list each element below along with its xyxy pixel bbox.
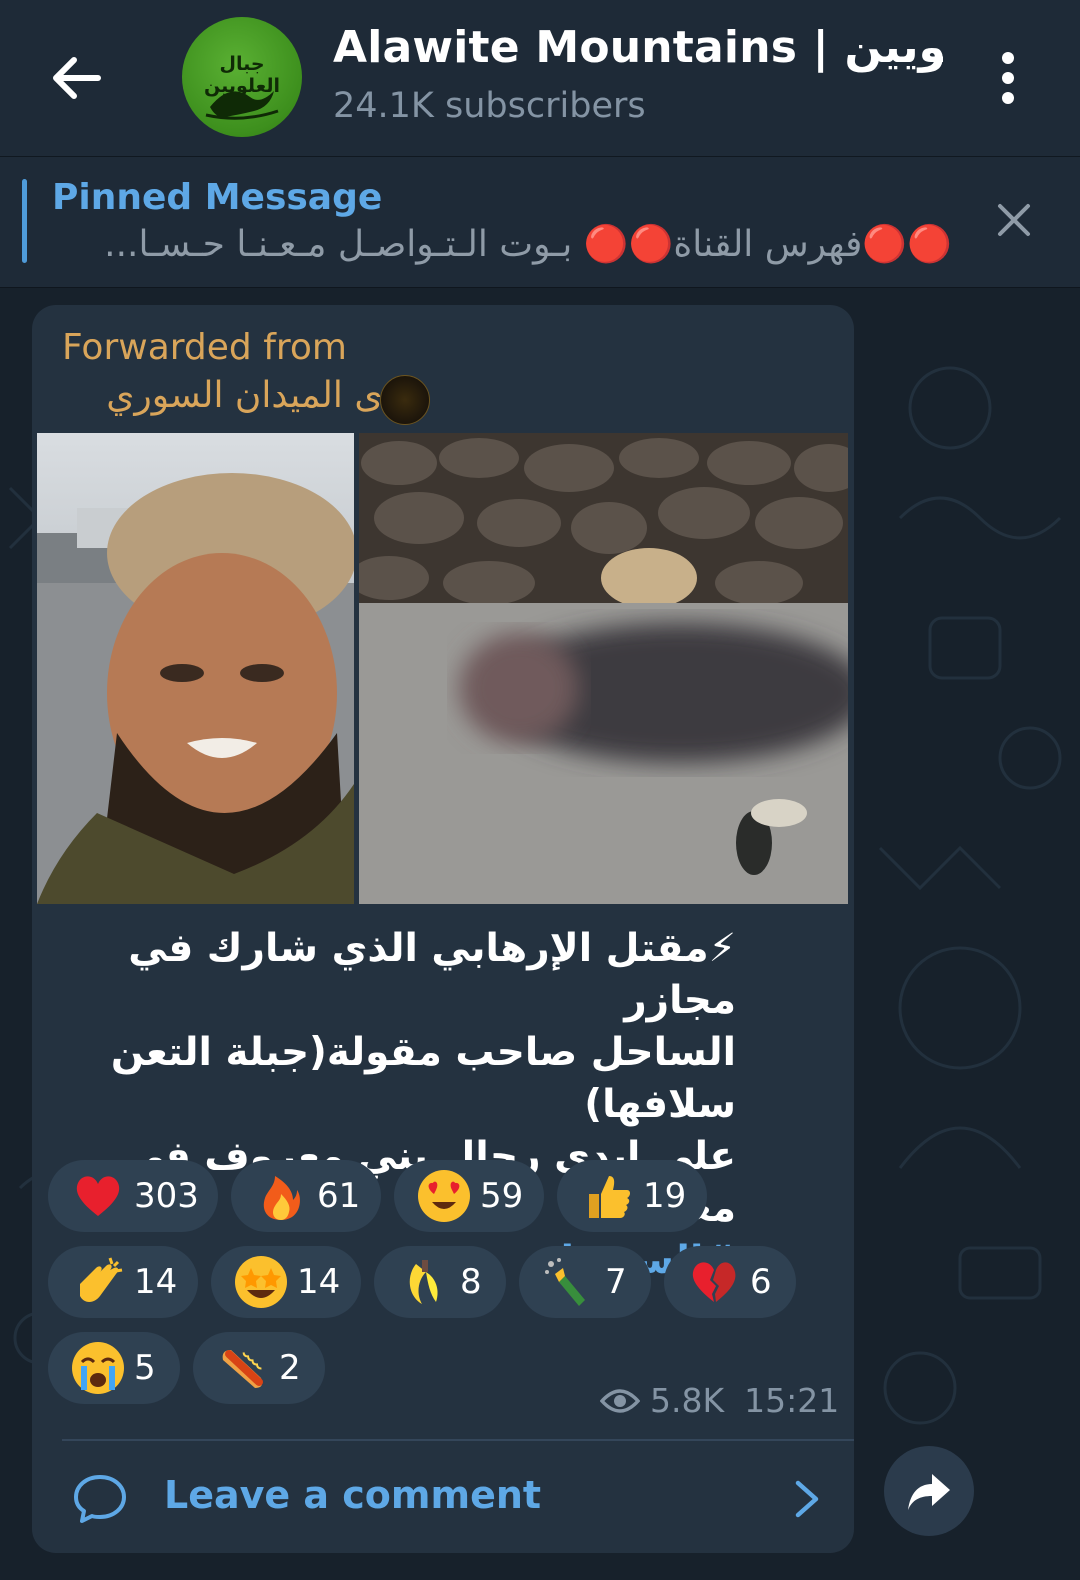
forwarded-label: Forwarded from bbox=[62, 327, 347, 368]
caption-line-2: الساحل صاحب مقولة(جبلة التعن سلافها) bbox=[110, 1030, 736, 1127]
pinned-title: Pinned Message bbox=[52, 177, 383, 218]
reaction-fire[interactable]: 61 bbox=[231, 1160, 381, 1232]
reaction-hotdog[interactable]: 2 bbox=[193, 1332, 325, 1404]
hotdog-icon bbox=[222, 1350, 263, 1388]
reaction-count: 14 bbox=[134, 1262, 178, 1302]
reaction-thumbs-up[interactable]: 19 bbox=[557, 1160, 707, 1232]
pinned-message-bar[interactable]: Pinned Message 🔴🔴فهرس القناة🔴🔴 بـوت الـت… bbox=[0, 157, 1080, 288]
post-meta: 5.8K 15:21 bbox=[600, 1381, 839, 1420]
telegram-channel-screen: جبال العلويين Alawite Mountains | العلوي… bbox=[0, 0, 1080, 1580]
reaction-count: 61 bbox=[317, 1176, 361, 1216]
champagne-icon bbox=[545, 1258, 585, 1306]
forwarded-channel-name[interactable]: صدى الميدان السوري bbox=[62, 375, 432, 416]
back-arrow-icon[interactable] bbox=[48, 48, 108, 108]
post-time: 15:21 bbox=[744, 1381, 840, 1420]
share-arrow-icon bbox=[908, 1474, 950, 1510]
reaction-count: 14 bbox=[297, 1262, 341, 1302]
reaction-count: 303 bbox=[134, 1176, 199, 1216]
view-count: 5.8K bbox=[650, 1381, 725, 1420]
reaction-count: 7 bbox=[605, 1262, 627, 1302]
subscriber-count: 24.1K subscribers bbox=[333, 86, 646, 126]
post-caption: ⚡مقتل الإرهابي الذي شارك في مجازر الساحل… bbox=[60, 923, 736, 1287]
reaction-count: 19 bbox=[643, 1176, 687, 1216]
comment-bubble-icon bbox=[74, 1475, 126, 1523]
eye-icon bbox=[600, 1388, 640, 1413]
reaction-heart-eyes[interactable]: 59 bbox=[394, 1160, 544, 1232]
reaction-star-struck[interactable]: 14 bbox=[211, 1246, 361, 1318]
reaction-clap[interactable]: 14 bbox=[48, 1246, 198, 1318]
reaction-count: 8 bbox=[460, 1262, 482, 1302]
forwarded-channel-avatar[interactable] bbox=[380, 375, 430, 425]
reaction-banana[interactable]: 8 bbox=[374, 1246, 506, 1318]
clap-icon bbox=[80, 1257, 123, 1302]
leave-comment-label: Leave a comment bbox=[164, 1473, 542, 1517]
reaction-broken-heart[interactable]: 6 bbox=[664, 1246, 796, 1318]
channel-title[interactable]: Alawite Mountains | العلويين bbox=[333, 22, 943, 82]
reaction-count: 2 bbox=[279, 1348, 301, 1388]
reaction-crying[interactable]: 5 bbox=[48, 1332, 180, 1404]
comment-divider bbox=[62, 1439, 854, 1441]
reaction-count: 5 bbox=[134, 1348, 156, 1388]
thumbs-up-icon bbox=[589, 1176, 630, 1218]
leave-comment-button[interactable]: Leave a comment bbox=[62, 1455, 852, 1545]
more-vertical-icon[interactable] bbox=[990, 48, 1026, 108]
fire-icon bbox=[263, 1176, 300, 1220]
post-photo-portrait[interactable] bbox=[37, 433, 354, 904]
heart-icon bbox=[76, 1176, 120, 1216]
heart-eyes-icon bbox=[418, 1170, 470, 1222]
crying-icon bbox=[72, 1342, 124, 1394]
pinned-indicator bbox=[22, 179, 27, 263]
channel-avatar[interactable]: جبال العلويين bbox=[182, 17, 302, 137]
reaction-count: 59 bbox=[480, 1176, 524, 1216]
channel-post: Forwarded from صدى الميدان السوري ⚡مقتل … bbox=[32, 305, 854, 1553]
reaction-heart[interactable]: 303 bbox=[48, 1160, 218, 1232]
reaction-count: 6 bbox=[750, 1262, 772, 1302]
share-button[interactable] bbox=[884, 1446, 974, 1536]
pinned-text: 🔴🔴فهرس القناة🔴🔴 بـوت الـتـواصـل مـعـنـا … bbox=[104, 224, 952, 265]
chevron-right-icon bbox=[795, 1480, 819, 1518]
broken-heart-icon bbox=[692, 1262, 736, 1302]
horse-logo-icon bbox=[205, 91, 279, 120]
channel-header: جبال العلويين Alawite Mountains | العلوي… bbox=[0, 0, 1080, 157]
reaction-champagne[interactable]: 7 bbox=[519, 1246, 651, 1318]
close-icon[interactable] bbox=[996, 202, 1032, 238]
star-struck-icon bbox=[235, 1256, 287, 1308]
banana-icon bbox=[409, 1260, 438, 1304]
post-photo-blurred[interactable] bbox=[359, 433, 848, 904]
caption-line-1: ⚡مقتل الإرهابي الذي شارك في مجازر bbox=[128, 926, 736, 1023]
